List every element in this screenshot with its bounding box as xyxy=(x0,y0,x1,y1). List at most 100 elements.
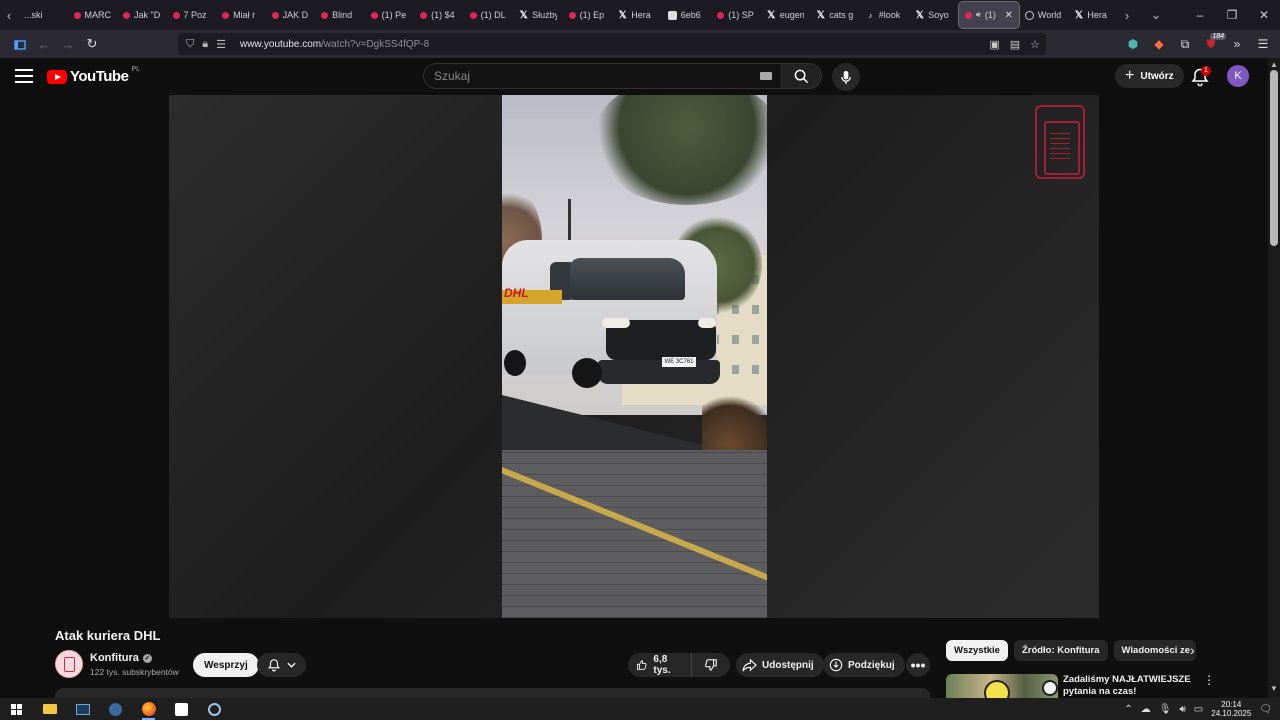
tabs-scroll-left-button[interactable]: ‹ xyxy=(0,0,18,30)
close-tab-icon[interactable]: ✕ xyxy=(1005,10,1013,21)
permissions-icon[interactable]: ☰ xyxy=(216,38,226,51)
file-explorer-icon[interactable] xyxy=(33,698,66,720)
picture-in-picture-icon[interactable]: ▣ xyxy=(989,38,999,51)
microphone-tray-icon[interactable]: 🎙︎ xyxy=(1159,704,1172,715)
onedrive-icon[interactable]: ☁ xyxy=(1141,704,1151,715)
tab-title: (1) Pe xyxy=(381,10,407,20)
browser-tab[interactable]: 𝕏eugen xyxy=(761,2,811,28)
extension-shield-icon[interactable]: ⬢ xyxy=(1124,37,1142,51)
firefox-icon[interactable] xyxy=(132,698,165,720)
browser-tab[interactable]: (1) SP xyxy=(711,2,761,28)
chevron-right-icon[interactable]: › xyxy=(1190,642,1195,658)
volume-icon[interactable]: 🔊︎ xyxy=(1179,704,1185,715)
browser-tab[interactable]: Miał r xyxy=(216,2,266,28)
x-favicon-icon: 𝕏 xyxy=(915,9,924,21)
more-actions-button[interactable]: ••• xyxy=(906,653,930,677)
browser-tab[interactable]: 𝕏 Hera xyxy=(1068,2,1118,28)
channel-name[interactable]: Konfitura ✓ xyxy=(90,652,152,664)
browser-tab[interactable]: 6eb6 xyxy=(662,2,712,28)
search-button[interactable] xyxy=(781,63,822,89)
reload-button[interactable]: ↻ xyxy=(80,32,104,56)
browser-tab-strip: ‹ ...ski MARC Jak "D 7 Poz Miał r JAK D Blind (… xyxy=(0,0,1280,30)
guide-menu-icon[interactable] xyxy=(14,67,34,85)
notifications-center-icon[interactable]: 🗨︎ xyxy=(1259,704,1272,715)
app-menu-icon[interactable]: ☰ xyxy=(1254,37,1272,51)
browser-tab[interactable]: (1) DL xyxy=(464,2,514,28)
account-avatar[interactable]: K xyxy=(1227,65,1249,87)
list-all-tabs-button[interactable]: ⌄ xyxy=(1136,0,1176,30)
like-button[interactable]: 6,8 tys. xyxy=(628,653,692,677)
address-bar[interactable]: ⛉ 🔒︎ ☰ www.youtube.com/watch?v=DgkSS4fQP… xyxy=(178,33,1046,55)
share-button[interactable]: Udostępnij xyxy=(736,653,824,677)
scrollbar-thumb[interactable] xyxy=(1270,70,1278,246)
bookmark-star-icon[interactable]: ☆ xyxy=(1030,38,1040,51)
channel-watermark-icon[interactable] xyxy=(1035,105,1085,179)
browser-tab[interactable]: (1) $4 xyxy=(414,2,464,28)
video-player[interactable]: DHL WE 3C761 xyxy=(169,95,1099,618)
reader-view-icon[interactable]: ▤ xyxy=(1010,38,1020,51)
subscription-notifications-button[interactable] xyxy=(257,653,306,677)
browser-tab[interactable]: 7 Poz xyxy=(167,2,217,28)
extensions-puzzle-icon[interactable]: ⧉ xyxy=(1176,37,1194,52)
filter-chip[interactable]: Wszystkie xyxy=(946,640,1008,661)
voice-search-button[interactable] xyxy=(832,63,860,91)
extension-fox-icon[interactable]: ◆ xyxy=(1150,37,1168,51)
lock-icon[interactable]: 🔒︎ xyxy=(202,38,208,51)
tab-title: eugen xyxy=(779,10,805,20)
scroll-up-arrow-icon[interactable]: ▲ xyxy=(1270,60,1278,69)
close-window-button[interactable]: ✕ xyxy=(1248,8,1280,22)
browser-tab[interactable]: (1) Ep xyxy=(563,2,613,28)
browser-tab[interactable]: (1) Pe xyxy=(365,2,415,28)
browser-tab[interactable]: 𝕏 Soyo xyxy=(909,2,959,28)
description-box[interactable] xyxy=(55,688,930,698)
monitor-app-icon[interactable] xyxy=(66,698,99,720)
browser-tab[interactable]: Blind xyxy=(315,2,365,28)
search-icon xyxy=(794,69,809,83)
network-icon[interactable]: ▭ xyxy=(1194,704,1203,715)
speaker-icon[interactable]: 🔊︎ xyxy=(976,10,981,20)
keyboard-icon[interactable] xyxy=(760,72,772,80)
back-button[interactable]: ← xyxy=(32,32,56,56)
overflow-menu-icon[interactable]: » xyxy=(1228,37,1246,51)
clock[interactable]: 20:14 24.10.2025 xyxy=(1211,700,1251,718)
search-input[interactable]: Szukaj xyxy=(423,63,783,89)
more-vertical-icon[interactable]: ⋮ xyxy=(1203,673,1215,687)
ublock-icon[interactable]: ⛊ 184 xyxy=(1202,32,1226,52)
tracking-protection-icon[interactable]: ⛉ xyxy=(186,38,194,51)
restore-button[interactable]: ❐ xyxy=(1216,8,1248,22)
tabs-scroll-right-button[interactable]: › xyxy=(1118,0,1136,30)
clock-time: 20:14 xyxy=(1221,700,1242,709)
browser-tab[interactable]: 𝕏cats g xyxy=(810,2,860,28)
dislike-button[interactable] xyxy=(692,658,730,672)
filter-chip[interactable]: Wiadomości ze xyxy=(1113,640,1196,661)
van-logo-text: DHL xyxy=(504,286,529,300)
create-button[interactable]: + Utwórz xyxy=(1115,64,1184,88)
browser-tab[interactable]: 𝕏 Służby xyxy=(513,2,563,28)
minimize-button[interactable]: – xyxy=(1184,8,1216,22)
steam-icon[interactable] xyxy=(99,698,132,720)
network-app-icon[interactable] xyxy=(198,698,231,720)
start-button[interactable] xyxy=(0,698,33,720)
browser-tab[interactable]: JAK D xyxy=(266,2,316,28)
notion-icon[interactable] xyxy=(165,698,198,720)
browser-tab[interactable]: ♪ #look xyxy=(860,2,910,28)
channel-avatar[interactable] xyxy=(55,650,83,678)
forward-button[interactable]: → xyxy=(56,32,80,56)
browser-tab[interactable]: 𝕏 Hera xyxy=(612,2,662,28)
browser-tab[interactable]: ...ski xyxy=(18,2,68,28)
youtube-logo[interactable]: YouTube PL xyxy=(47,66,140,85)
browser-tab[interactable]: MARC xyxy=(68,2,118,28)
recommended-video-thumbnail[interactable] xyxy=(946,674,1058,698)
support-button[interactable]: Wesprzyj xyxy=(193,653,259,677)
sidebar-toggle-icon[interactable] xyxy=(8,32,32,56)
browser-tab[interactable]: World xyxy=(1019,2,1069,28)
thanks-button[interactable]: Podziękuj xyxy=(823,653,905,677)
browser-tab[interactable]: 🔊︎ (1) ✕ xyxy=(957,1,1020,29)
verified-icon: ✓ xyxy=(142,653,152,663)
filter-chip[interactable]: Źródło: Konfitura xyxy=(1013,640,1108,661)
scroll-down-arrow-icon[interactable]: ▼ xyxy=(1270,684,1278,693)
tray-expand-icon[interactable]: ⌃ xyxy=(1124,704,1132,715)
browser-tab[interactable]: Jak "D xyxy=(117,2,167,28)
recommended-video-title[interactable]: Zadaliśmy NAJŁATWIEJSZE pytania na czas! xyxy=(1063,674,1193,698)
windows-logo-icon xyxy=(11,703,22,715)
